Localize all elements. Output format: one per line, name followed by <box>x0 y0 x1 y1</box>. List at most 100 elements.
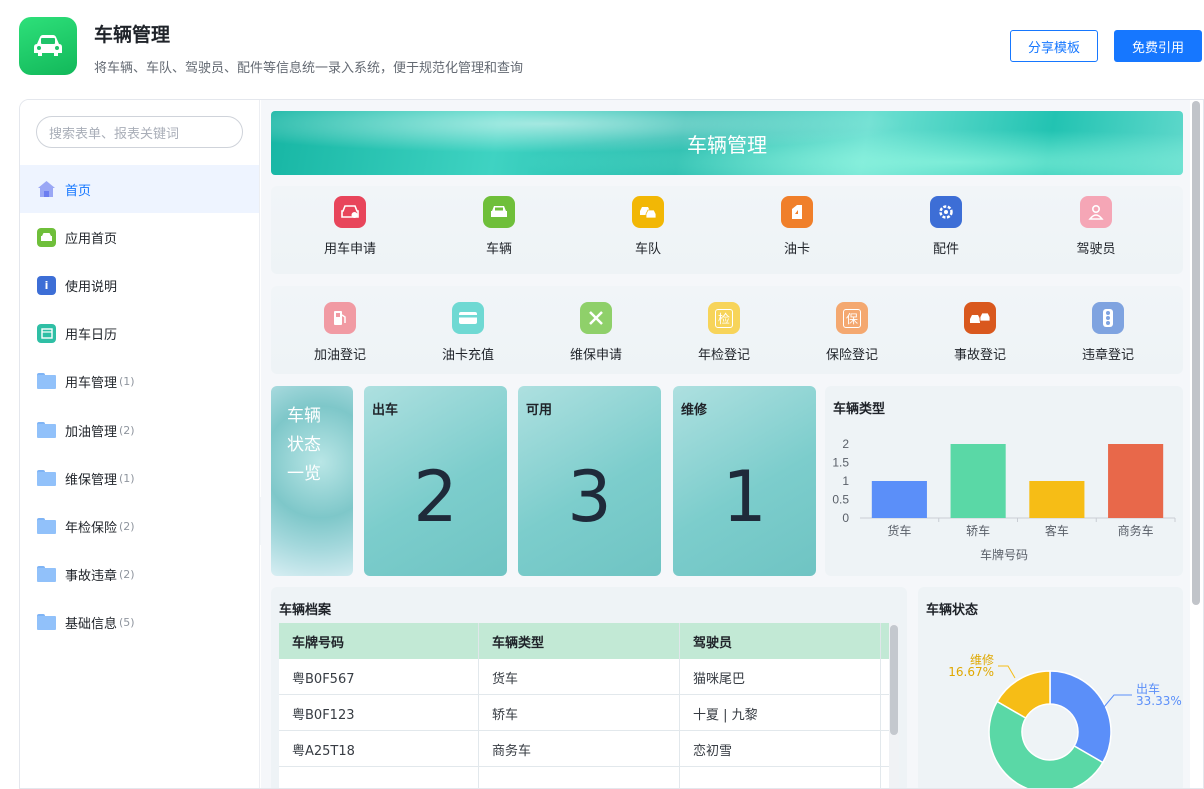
shortcut-vehicle-request[interactable]: 用车申请 <box>317 196 383 257</box>
status-count: 1 <box>673 456 816 538</box>
chart-x-axis-label: 车牌号码 <box>825 546 1183 563</box>
vehicle-archive-panel: 车辆档案 车牌号码 车辆类型 驾驶员 粤B0F567 货车 猫咪尾巴 粤B0F1… <box>271 587 907 789</box>
column-header[interactable]: 驾驶员 <box>680 623 881 659</box>
table-row[interactable]: 粤A25T18 商务车 恋初雪 <box>279 731 889 767</box>
y-tick-label: 1 <box>842 474 849 488</box>
fleet-icon <box>632 196 664 228</box>
sidebar-item-calendar[interactable]: 用车日历 <box>20 309 259 357</box>
shortcut-label: 油卡充值 <box>442 344 494 363</box>
shortcut-label: 用车申请 <box>324 238 376 257</box>
sidebar-item-inspection[interactable]: 年检保险 (2) <box>20 502 259 550</box>
app-frame: 搜索表单、报表关键词 首页 应用首页 i 使用说明 用车日历 用车管理 <box>19 99 1204 789</box>
fuel-pump-icon <box>324 302 356 334</box>
status-card-repair[interactable]: 维修 1 <box>673 386 816 576</box>
sidebar-item-label: 基础信息 <box>65 613 117 632</box>
shortcut-fleet[interactable]: 车队 <box>615 196 681 257</box>
shortcut-card-recharge[interactable]: 油卡充值 <box>435 302 501 363</box>
search-input[interactable]: 搜索表单、报表关键词 <box>36 116 243 148</box>
y-tick-label: 2 <box>842 437 849 451</box>
sidebar-item-label: 维保管理 <box>65 469 117 488</box>
folder-icon <box>37 470 56 486</box>
home-icon <box>37 180 56 199</box>
x-tick-label: 客车 <box>1045 523 1069 538</box>
traffic-light-icon <box>1092 302 1124 334</box>
sidebar: 搜索表单、报表关键词 首页 应用首页 i 使用说明 用车日历 用车管理 <box>20 100 260 789</box>
banner: 车辆管理 <box>271 111 1183 175</box>
bar[interactable] <box>951 444 1006 518</box>
status-overview-title: 车辆 状态 一览 <box>271 386 353 576</box>
sidebar-item-count: (2) <box>119 424 135 437</box>
sidebar-item-count: (1) <box>119 472 135 485</box>
table-header: 车牌号码 车辆类型 驾驶员 <box>279 623 889 659</box>
sidebar-item-count: (2) <box>119 568 135 581</box>
car-icon <box>19 17 77 75</box>
shortcut-label: 驾驶员 <box>1076 238 1115 257</box>
y-tick-label: 0.5 <box>832 493 849 507</box>
donut-label-repair: 维修 16.67% <box>948 654 994 678</box>
card-icon <box>452 302 484 334</box>
sidebar-item-label: 年检保险 <box>65 517 117 536</box>
sidebar-item-accidents[interactable]: 事故违章 (2) <box>20 550 259 598</box>
folder-icon <box>37 373 56 389</box>
shortcut-drivers[interactable]: 驾驶员 <box>1063 196 1129 257</box>
shortcut-row-primary: 用车申请 车辆 车队 油卡 <box>271 186 1183 274</box>
shortcut-accident-log[interactable]: 事故登记 <box>947 302 1013 363</box>
sidebar-item-label: 用车管理 <box>65 372 117 391</box>
sidebar-item-home[interactable]: 首页 <box>20 165 259 213</box>
free-use-button[interactable]: 免费引用 <box>1114 30 1202 62</box>
sidebar-item-label: 应用首页 <box>65 228 117 247</box>
table-scrollbar[interactable] <box>889 623 899 789</box>
sidebar-item-fuel[interactable]: 加油管理 (2) <box>20 406 259 454</box>
status-card-available[interactable]: 可用 3 <box>518 386 661 576</box>
shortcut-row-secondary: 加油登记 油卡充值 维保申请 检 年检登记 <box>271 286 1183 374</box>
bar[interactable] <box>1029 481 1084 518</box>
y-tick-label: 0 <box>842 511 849 525</box>
status-card-out[interactable]: 出车 2 <box>364 386 507 576</box>
bar[interactable] <box>1108 444 1163 518</box>
share-template-button[interactable]: 分享模板 <box>1010 30 1098 62</box>
shortcut-annual-inspection[interactable]: 检 年检登记 <box>691 302 757 363</box>
sidebar-item-vehicle-use[interactable]: 用车管理 (1) <box>20 357 259 405</box>
sidebar-item-app-home[interactable]: 应用首页 <box>20 213 259 261</box>
column-header[interactable]: 车牌号码 <box>279 623 479 659</box>
banner-title: 车辆管理 <box>687 129 767 158</box>
folder-icon <box>37 614 56 630</box>
car-icon <box>37 228 56 247</box>
y-tick-label: 1.5 <box>832 456 849 470</box>
table-scrollbar-thumb[interactable] <box>890 625 898 735</box>
shortcut-label: 配件 <box>933 238 959 257</box>
shortcut-insurance[interactable]: 保 保险登记 <box>819 302 885 363</box>
table-row[interactable]: 粤B0F123 轿车 十夏 | 九黎 <box>279 695 889 731</box>
page-scrollbar[interactable] <box>1192 101 1200 605</box>
bar[interactable] <box>872 481 927 518</box>
shortcut-label: 油卡 <box>784 238 810 257</box>
status-count: 2 <box>364 456 507 538</box>
car-request-icon <box>334 196 366 228</box>
leader-line-repair <box>998 666 1015 678</box>
shortcut-label: 事故登记 <box>954 344 1006 363</box>
table-row[interactable] <box>279 767 889 789</box>
dashboard: 车辆管理 用车申请 车辆 车队 <box>261 100 1190 789</box>
sidebar-item-instructions[interactable]: i 使用说明 <box>20 261 259 309</box>
sidebar-item-label: 用车日历 <box>65 324 117 343</box>
sidebar-item-label: 使用说明 <box>65 276 117 295</box>
vehicle-type-chart: 车辆类型 00.511.52货车轿车客车商务车 车牌号码 <box>825 386 1183 576</box>
table-title: 车辆档案 <box>279 599 331 618</box>
shortcut-vehicles[interactable]: 车辆 <box>466 196 532 257</box>
shortcut-violation-log[interactable]: 违章登记 <box>1075 302 1141 363</box>
sidebar-item-count: (5) <box>119 616 135 629</box>
shortcut-fuel-card[interactable]: 油卡 <box>764 196 830 257</box>
shortcut-maintenance-request[interactable]: 维保申请 <box>563 302 629 363</box>
sidebar-item-label: 事故违章 <box>65 565 117 584</box>
shortcut-parts[interactable]: 配件 <box>913 196 979 257</box>
sidebar-item-maintenance[interactable]: 维保管理 (1) <box>20 454 259 502</box>
gear-icon <box>930 196 962 228</box>
column-header[interactable]: 车辆类型 <box>479 623 680 659</box>
shortcut-fuel-log[interactable]: 加油登记 <box>307 302 373 363</box>
x-tick-label: 商务车 <box>1118 523 1154 538</box>
sidebar-item-count: (1) <box>119 375 135 388</box>
status-count: 3 <box>518 456 661 538</box>
sidebar-item-basic-info[interactable]: 基础信息 (5) <box>20 598 259 646</box>
table-row[interactable]: 粤B0F567 货车 猫咪尾巴 <box>279 659 889 695</box>
shortcut-label: 保险登记 <box>826 344 878 363</box>
